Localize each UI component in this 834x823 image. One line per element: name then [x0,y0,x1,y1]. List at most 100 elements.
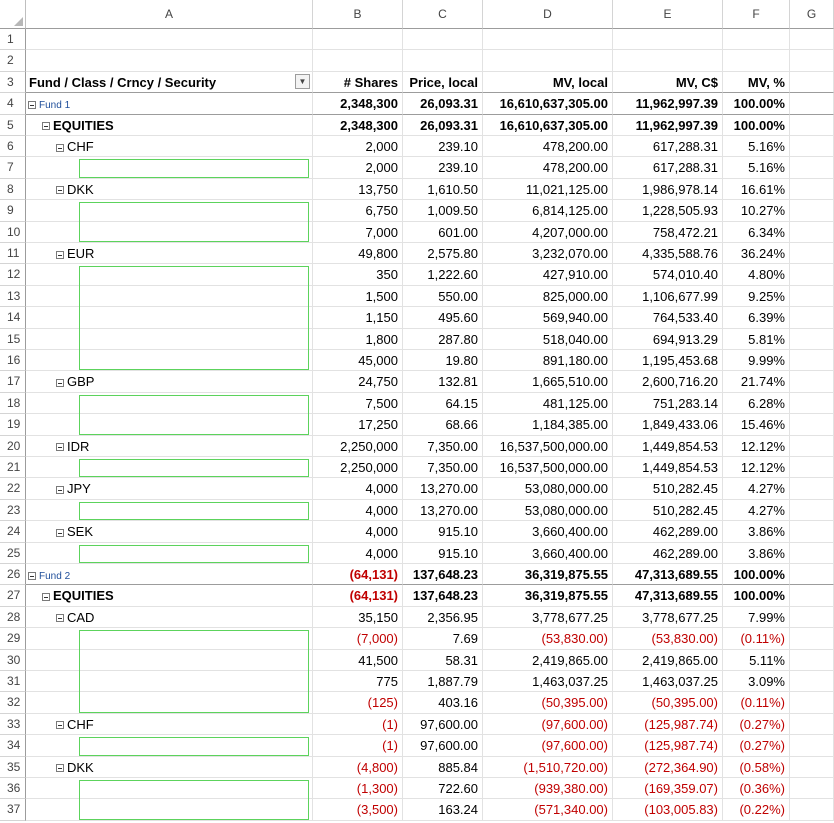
mv-local-cell[interactable]: 2,419,865.00 [483,649,613,671]
row-label-cell[interactable]: EQUITIES [26,585,313,607]
mv-pct-cell[interactable]: 5.16% [723,136,790,158]
row-label-cell[interactable]: SEK [26,521,313,543]
mv-cad-cell[interactable]: 510,282.45 [613,499,723,522]
mv-local-cell[interactable]: 16,537,500,000.00 [483,457,613,479]
mv-cad-cell[interactable]: 574,010.40 [613,264,723,286]
row-header[interactable]: 6 [0,136,26,158]
cell-g[interactable] [790,606,834,629]
mv-pct-cell[interactable]: 10.27% [723,200,790,222]
mv-local-cell[interactable]: (1,510,720.00) [483,756,613,778]
price-local-header[interactable]: Price, local [403,71,483,94]
price-local-cell[interactable]: 1,222.60 [403,264,483,286]
mv-local-cell[interactable]: 518,040.00 [483,328,613,350]
row-header[interactable]: 32 [0,692,26,714]
row-header[interactable]: 37 [0,799,26,821]
cell-g[interactable] [790,93,834,115]
mv-pct-cell[interactable]: 3.09% [723,671,790,693]
mv-pct-cell[interactable]: 5.16% [723,157,790,179]
mv-pct-cell[interactable]: (0.36%) [723,778,790,800]
cell-g[interactable] [790,157,834,179]
collapse-minus-icon[interactable] [42,592,50,601]
shares-cell[interactable]: 7,000 [313,221,403,243]
column-header-c[interactable]: C [403,0,483,29]
mv-local-cell[interactable]: 478,200.00 [483,136,613,158]
mv-pct-cell[interactable]: (0.58%) [723,756,790,778]
mv-local-cell[interactable]: 6,814,125.00 [483,200,613,222]
mv-cad-cell[interactable]: 1,195,453.68 [613,350,723,372]
cell-g[interactable] [790,264,834,286]
mv-cad-cell[interactable]: 11,962,997.39 [613,114,723,136]
mv-cad-cell[interactable]: 751,283.14 [613,392,723,415]
shares-cell[interactable]: (3,500) [313,799,403,821]
price-local-cell[interactable]: 550.00 [403,285,483,308]
price-local-cell[interactable]: 239.10 [403,157,483,179]
mv-pct-cell[interactable]: 100.00% [723,564,790,586]
row-label-cell[interactable]: GBP [26,371,313,393]
mv-pct-cell[interactable]: 4.27% [723,499,790,522]
row-header[interactable]: 8 [0,178,26,201]
mv-cad-cell[interactable]: 2,600,716.20 [613,371,723,393]
shares-cell[interactable]: 2,348,300 [313,93,403,115]
price-local-cell[interactable]: 7,350.00 [403,457,483,479]
price-local-cell[interactable]: 239.10 [403,136,483,158]
cell-g[interactable] [790,521,834,543]
mv-local-cell[interactable]: 1,463,037.25 [483,671,613,693]
cell-g[interactable] [790,457,834,479]
mv-cad-cell[interactable]: (53,830.00) [613,628,723,650]
row-header[interactable]: 17 [0,371,26,393]
shares-cell[interactable]: 2,000 [313,136,403,158]
price-local-cell[interactable]: 287.80 [403,328,483,350]
mv-cad-cell[interactable]: 617,288.31 [613,136,723,158]
mv-pct-cell[interactable]: (0.27%) [723,735,790,757]
empty-cell[interactable] [403,29,483,51]
cell-g[interactable] [790,735,834,757]
mv-pct-cell[interactable]: 6.34% [723,221,790,243]
mv-pct-cell[interactable]: 36.24% [723,243,790,265]
cell-g[interactable] [790,114,834,136]
cell-g[interactable] [790,350,834,372]
mv-cad-cell[interactable]: 1,228,505.93 [613,200,723,222]
mv-pct-cell[interactable]: 21.74% [723,371,790,393]
collapse-minus-icon[interactable] [56,378,64,387]
mv-cad-cell[interactable]: (125,987.74) [613,713,723,736]
shares-cell[interactable]: 45,000 [313,350,403,372]
shares-cell[interactable]: 1,500 [313,285,403,308]
row-header[interactable]: 5 [0,114,26,136]
row-header[interactable]: 34 [0,735,26,757]
mv-cad-cell[interactable]: 1,463,037.25 [613,671,723,693]
price-local-cell[interactable]: 137,648.23 [403,585,483,607]
mv-local-cell[interactable]: 11,021,125.00 [483,178,613,201]
shares-cell[interactable]: 4,000 [313,478,403,500]
mv-local-cell[interactable]: (97,600.00) [483,735,613,757]
shares-cell[interactable]: (125) [313,692,403,714]
collapse-minus-icon[interactable] [28,100,36,109]
price-local-cell[interactable]: 19.80 [403,350,483,372]
row-label-cell[interactable]: IDR [26,435,313,457]
row-header[interactable]: 31 [0,671,26,693]
mv-local-cell[interactable]: (97,600.00) [483,713,613,736]
price-local-cell[interactable]: 915.10 [403,521,483,543]
mv-cad-cell[interactable]: 1,449,854.53 [613,457,723,479]
mv-pct-cell[interactable]: 15.46% [723,414,790,436]
price-local-cell[interactable]: 26,093.31 [403,114,483,136]
mv-pct-cell[interactable]: (0.22%) [723,799,790,821]
mv-local-cell[interactable]: 16,610,637,305.00 [483,93,613,115]
mv-pct-cell[interactable]: 3.86% [723,521,790,543]
mv-cad-cell[interactable]: 694,913.29 [613,328,723,350]
row-header[interactable]: 15 [0,328,26,350]
row-header[interactable]: 26 [0,564,26,586]
cell-g[interactable] [790,328,834,350]
mv-cad-header[interactable]: MV, C$ [613,71,723,94]
row-header[interactable]: 3 [0,71,26,94]
price-local-cell[interactable]: 495.60 [403,307,483,329]
collapse-minus-icon[interactable] [56,143,64,152]
shares-cell[interactable]: 1,800 [313,328,403,350]
cell-g[interactable] [790,713,834,736]
mv-cad-cell[interactable]: 462,289.00 [613,521,723,543]
price-local-cell[interactable]: 132.81 [403,371,483,393]
column-header-f[interactable]: F [723,0,790,29]
cell-g[interactable] [790,671,834,693]
pivot-row-label-header[interactable]: Fund / Class / Crncy / Security ▼ [26,71,313,94]
cell-g[interactable] [790,499,834,522]
shares-cell[interactable]: 4,000 [313,542,403,564]
